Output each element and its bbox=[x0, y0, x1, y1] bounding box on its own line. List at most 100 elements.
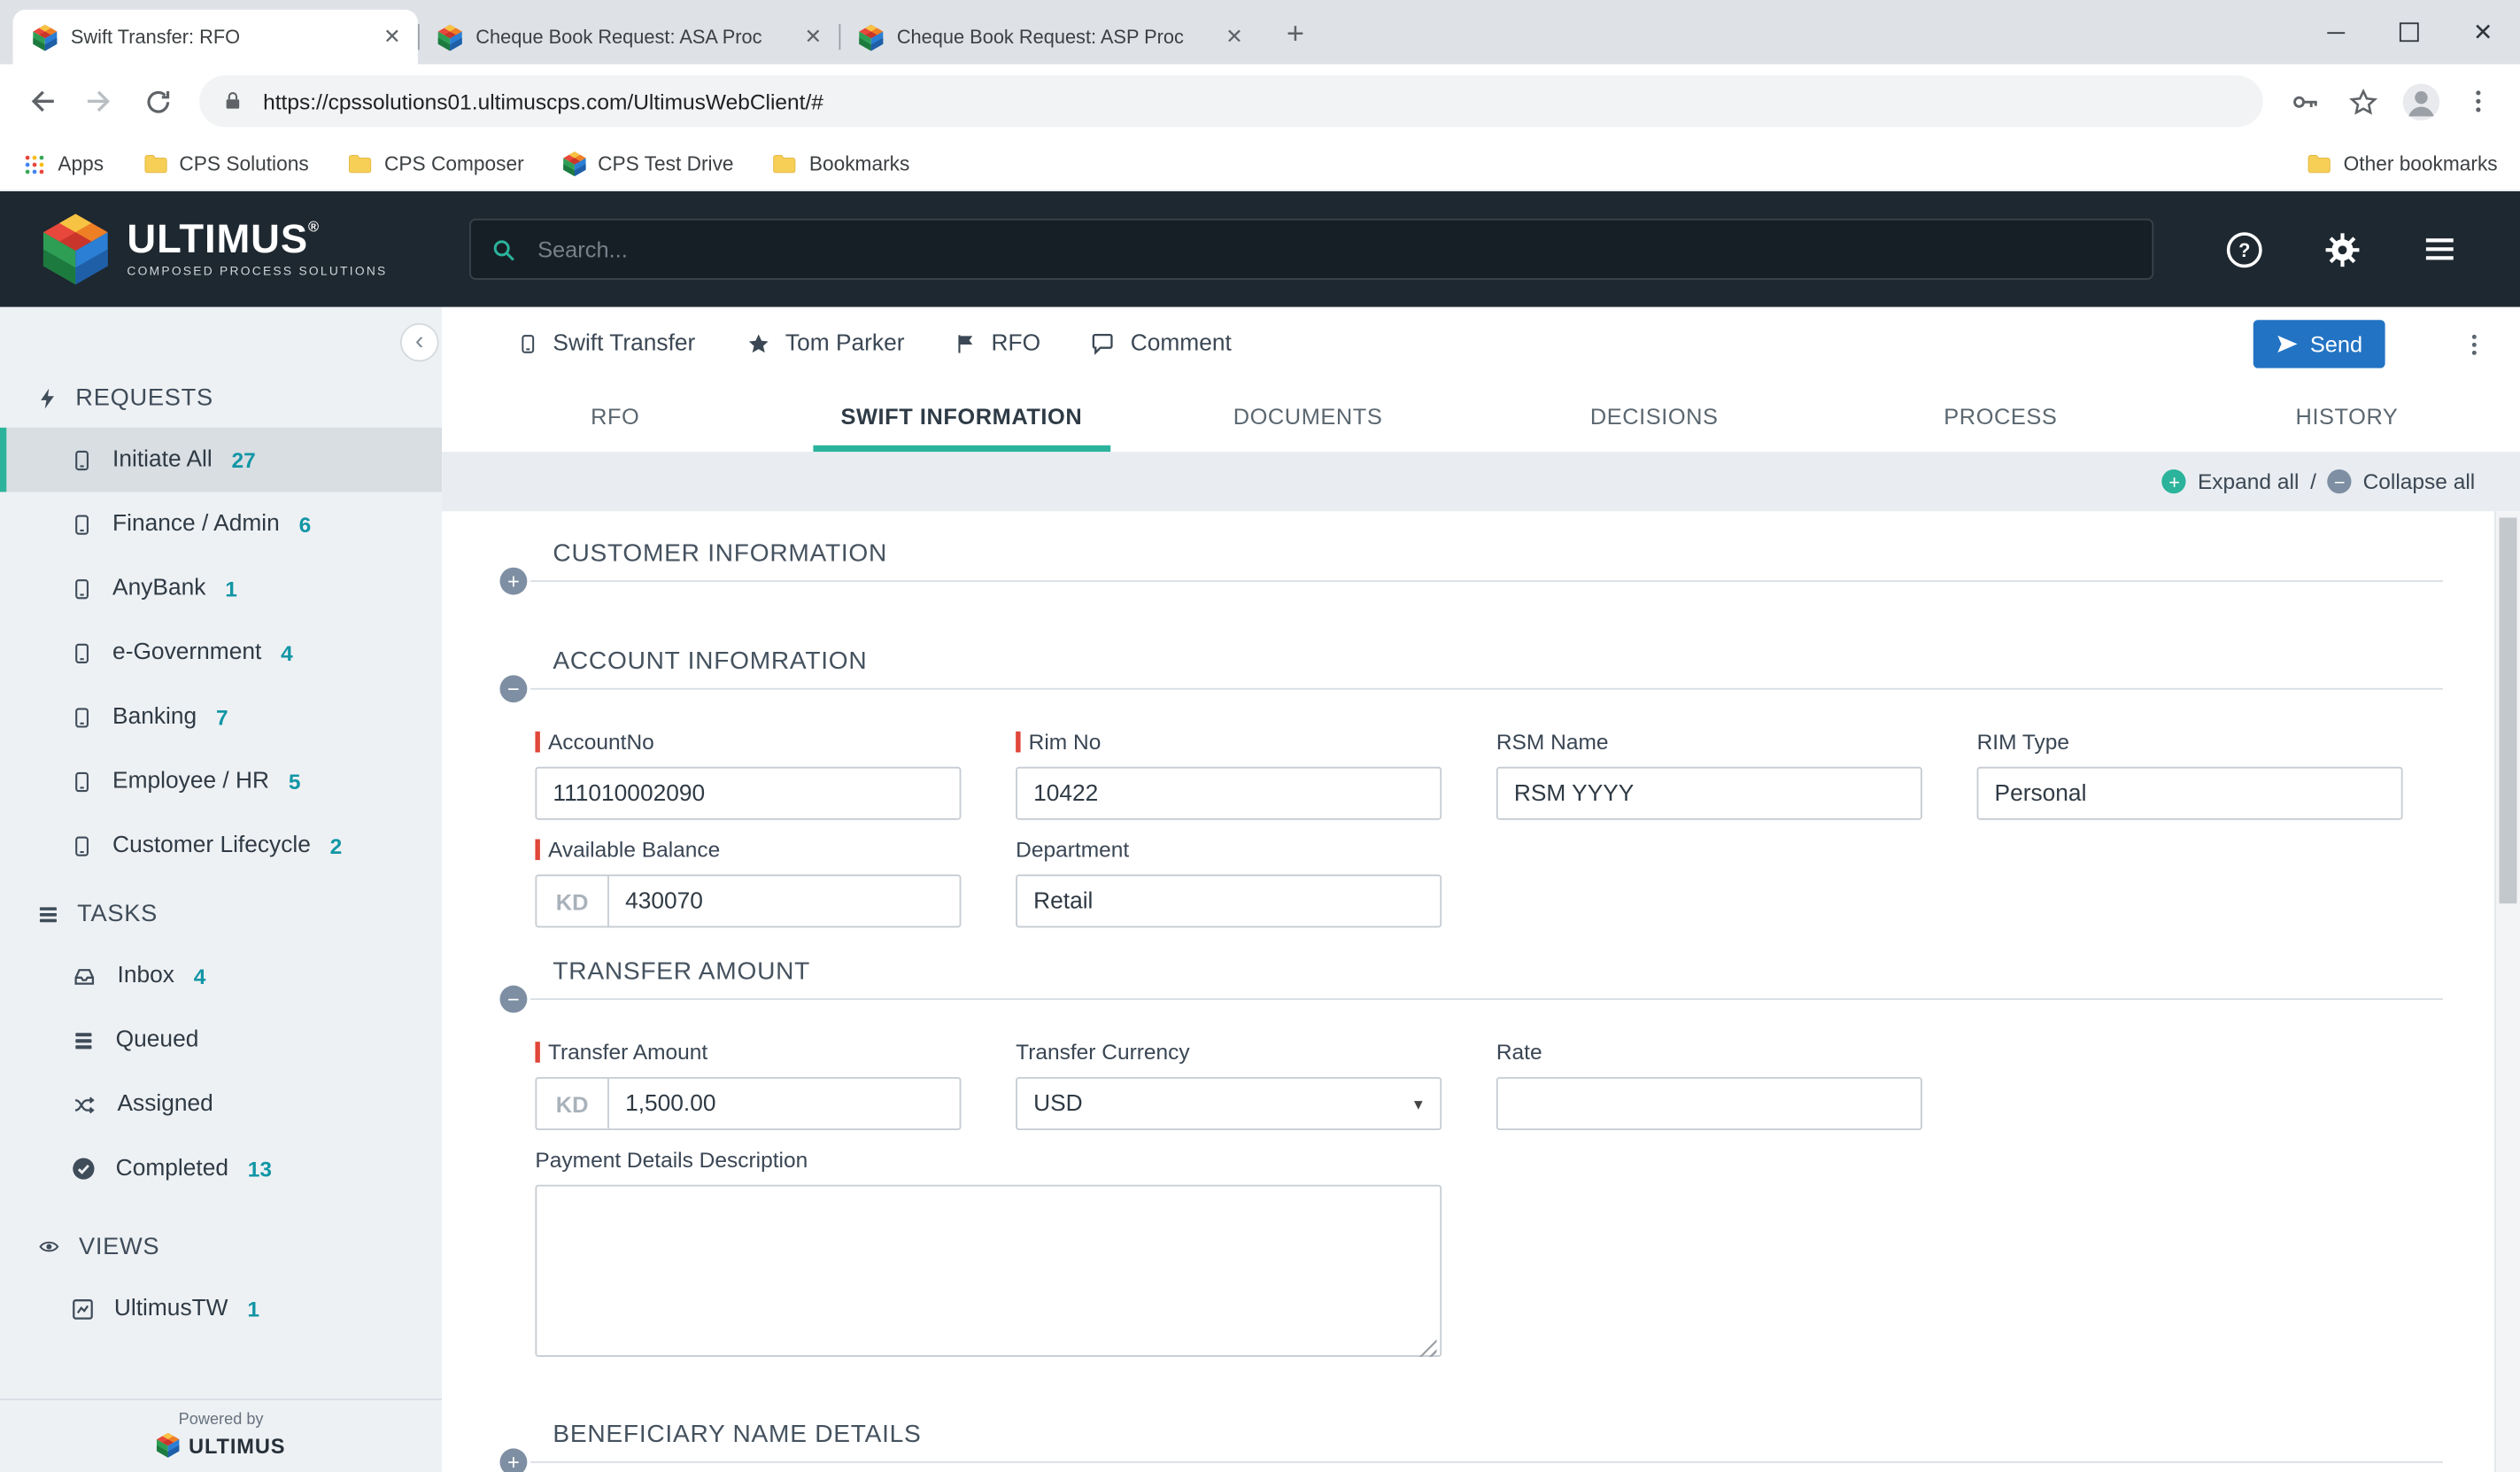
sidebar-item-banking[interactable]: Banking 7 bbox=[0, 685, 442, 749]
window-close-button[interactable]: ✕ bbox=[2447, 0, 2520, 65]
send-plane-icon bbox=[2277, 333, 2299, 355]
rim-no-input[interactable] bbox=[1017, 769, 1440, 818]
new-tab-button[interactable]: + bbox=[1273, 13, 1318, 58]
tab-rfo[interactable]: RFO bbox=[442, 381, 788, 452]
transfer-currency-select[interactable]: USD ▼ bbox=[1016, 1077, 1442, 1130]
collapse-section-button[interactable]: − bbox=[499, 986, 527, 1013]
sidebar-collapse-button[interactable]: ‹ bbox=[400, 323, 439, 362]
powered-by-ultimus: Powered by ULTIMUS bbox=[0, 1398, 442, 1472]
available-balance-input[interactable] bbox=[609, 876, 960, 926]
send-button[interactable]: Send bbox=[2253, 320, 2385, 368]
sidebar-item-inbox[interactable]: Inbox 4 bbox=[0, 943, 442, 1008]
tab-close-icon[interactable]: ✕ bbox=[1221, 24, 1247, 50]
bookmark-folder[interactable]: Bookmarks bbox=[772, 152, 909, 174]
browser-tab[interactable]: Cheque Book Request: ASA Proc ✕ bbox=[418, 10, 839, 65]
tab-history[interactable]: HISTORY bbox=[2174, 381, 2520, 452]
sidebar-item-customer-lifecycle[interactable]: Customer Lifecycle 2 bbox=[0, 813, 442, 878]
folder-icon bbox=[143, 152, 168, 174]
ultimus-favicon bbox=[858, 23, 884, 50]
global-search[interactable] bbox=[469, 219, 2153, 280]
bookmark-item[interactable]: CPS Test Drive bbox=[562, 151, 733, 177]
sidebar-item-initiate-all[interactable]: Initiate All 27 bbox=[0, 428, 442, 492]
rim-type-input[interactable] bbox=[1978, 769, 2400, 818]
expand-all-icon[interactable]: + bbox=[2162, 469, 2186, 493]
sidebar: ‹ REQUESTS Initiate All 27 Finance / Adm… bbox=[0, 307, 442, 1472]
field-rate: Rate bbox=[1496, 1039, 1922, 1130]
sidebar-item-queued[interactable]: Queued bbox=[0, 1008, 442, 1073]
sidebar-item-completed[interactable]: Completed 13 bbox=[0, 1136, 442, 1201]
task-menu-button[interactable] bbox=[2461, 330, 2488, 358]
scrollbar-thumb[interactable] bbox=[2499, 517, 2516, 903]
browser-tab[interactable]: Cheque Book Request: ASP Proc ✕ bbox=[839, 10, 1260, 65]
expand-all-link[interactable]: Expand all bbox=[2198, 469, 2299, 493]
sidebar-nav: REQUESTS Initiate All 27 Finance / Admin… bbox=[0, 307, 442, 1398]
sidebar-item-assigned[interactable]: Assigned bbox=[0, 1073, 442, 1137]
bookmark-folder[interactable]: CPS Composer bbox=[347, 152, 523, 174]
tab-label: PROCESS bbox=[1944, 404, 2057, 430]
bookmarks-bar: Apps CPS Solutions CPS Composer CPS Test… bbox=[0, 138, 2520, 191]
tab-documents[interactable]: DOCUMENTS bbox=[1134, 381, 1480, 452]
sidebar-item-finance-admin[interactable]: Finance / Admin 6 bbox=[0, 492, 442, 556]
window-maximize-button[interactable] bbox=[2372, 0, 2446, 65]
collapse-all-icon[interactable]: − bbox=[2328, 469, 2352, 493]
assigned-shuffle-icon bbox=[71, 1092, 98, 1116]
sidebar-item-e-government[interactable]: e-Government 4 bbox=[0, 621, 442, 686]
rate-input[interactable] bbox=[1498, 1079, 1921, 1128]
process-icon bbox=[71, 510, 93, 538]
browser-menu-button[interactable] bbox=[2453, 75, 2504, 127]
screen: Swift Transfer: RFO ✕ Cheque Book Reques… bbox=[0, 0, 2520, 1472]
tab-process[interactable]: PROCESS bbox=[1828, 381, 2174, 452]
rsm-name-input[interactable] bbox=[1498, 769, 1921, 818]
field-label: AccountNo bbox=[548, 728, 654, 755]
bookmark-star-button[interactable] bbox=[2337, 75, 2388, 127]
bookmark-folder[interactable]: CPS Solutions bbox=[143, 152, 309, 174]
process-icon bbox=[71, 832, 93, 859]
sidebar-item-employee-hr[interactable]: Employee / HR 5 bbox=[0, 749, 442, 814]
back-button[interactable] bbox=[16, 75, 67, 127]
sidebar-item-count: 1 bbox=[247, 1297, 259, 1321]
tab-decisions[interactable]: DECISIONS bbox=[1481, 381, 1828, 452]
profile-avatar[interactable] bbox=[2394, 75, 2446, 127]
address-bar[interactable] bbox=[199, 75, 2263, 127]
department-input[interactable] bbox=[1017, 876, 1440, 926]
bookmark-label: CPS Test Drive bbox=[598, 152, 733, 174]
process-icon bbox=[71, 703, 93, 731]
vertical-scrollbar[interactable] bbox=[2494, 511, 2520, 1472]
transfer-amount-input[interactable] bbox=[609, 1079, 960, 1128]
password-manager-button[interactable] bbox=[2279, 75, 2331, 127]
secure-lock-icon bbox=[221, 90, 243, 112]
tab-close-icon[interactable]: ✕ bbox=[800, 24, 826, 50]
payment-details-textarea[interactable] bbox=[535, 1185, 1442, 1357]
sidebar-item-label: AnyBank bbox=[112, 576, 205, 601]
tab-swift-information[interactable]: SWIFT INFORMATION bbox=[788, 381, 1134, 452]
window-minimize-button[interactable] bbox=[2299, 0, 2372, 65]
queued-icon bbox=[71, 1028, 97, 1052]
app-menu-button[interactable] bbox=[2421, 230, 2460, 269]
help-button[interactable]: ? bbox=[2224, 229, 2264, 269]
sidebar-item-ultimustw[interactable]: UltimusTW 1 bbox=[0, 1276, 442, 1341]
eye-icon bbox=[35, 1236, 63, 1258]
sidebar-item-anybank[interactable]: AnyBank 1 bbox=[0, 556, 442, 621]
expand-section-button[interactable]: + bbox=[499, 568, 527, 595]
browser-tab[interactable]: Swift Transfer: RFO ✕ bbox=[13, 10, 418, 65]
comment-button[interactable]: Comment bbox=[1090, 331, 1231, 357]
collapse-all-link[interactable]: Collapse all bbox=[2363, 469, 2476, 493]
reload-button[interactable] bbox=[132, 75, 183, 127]
sidebar-item-count: 13 bbox=[248, 1157, 272, 1181]
apps-shortcut[interactable]: Apps bbox=[22, 152, 104, 176]
settings-button[interactable] bbox=[2323, 229, 2362, 269]
form-content: CUSTOMER INFORMATION + ACCOUNT INFOMRATI… bbox=[442, 511, 2520, 1472]
sidebar-section-requests: REQUESTS Initiate All 27 Finance / Admin… bbox=[0, 384, 442, 878]
search-input[interactable] bbox=[534, 235, 2132, 264]
forward-button[interactable] bbox=[73, 75, 125, 127]
other-bookmarks[interactable]: Other bookmarks bbox=[2307, 152, 2498, 174]
accountno-input[interactable] bbox=[537, 769, 959, 818]
process-crumb: Swift Transfer bbox=[517, 331, 695, 357]
list-menu-icon bbox=[2421, 230, 2460, 269]
url-input[interactable] bbox=[259, 88, 2240, 115]
expand-section-button[interactable]: + bbox=[499, 1448, 527, 1472]
field-label: Rate bbox=[1496, 1039, 1542, 1066]
tab-title: Swift Transfer: RFO bbox=[71, 26, 367, 48]
tab-close-icon[interactable]: ✕ bbox=[379, 24, 405, 50]
collapse-section-button[interactable]: − bbox=[499, 675, 527, 702]
